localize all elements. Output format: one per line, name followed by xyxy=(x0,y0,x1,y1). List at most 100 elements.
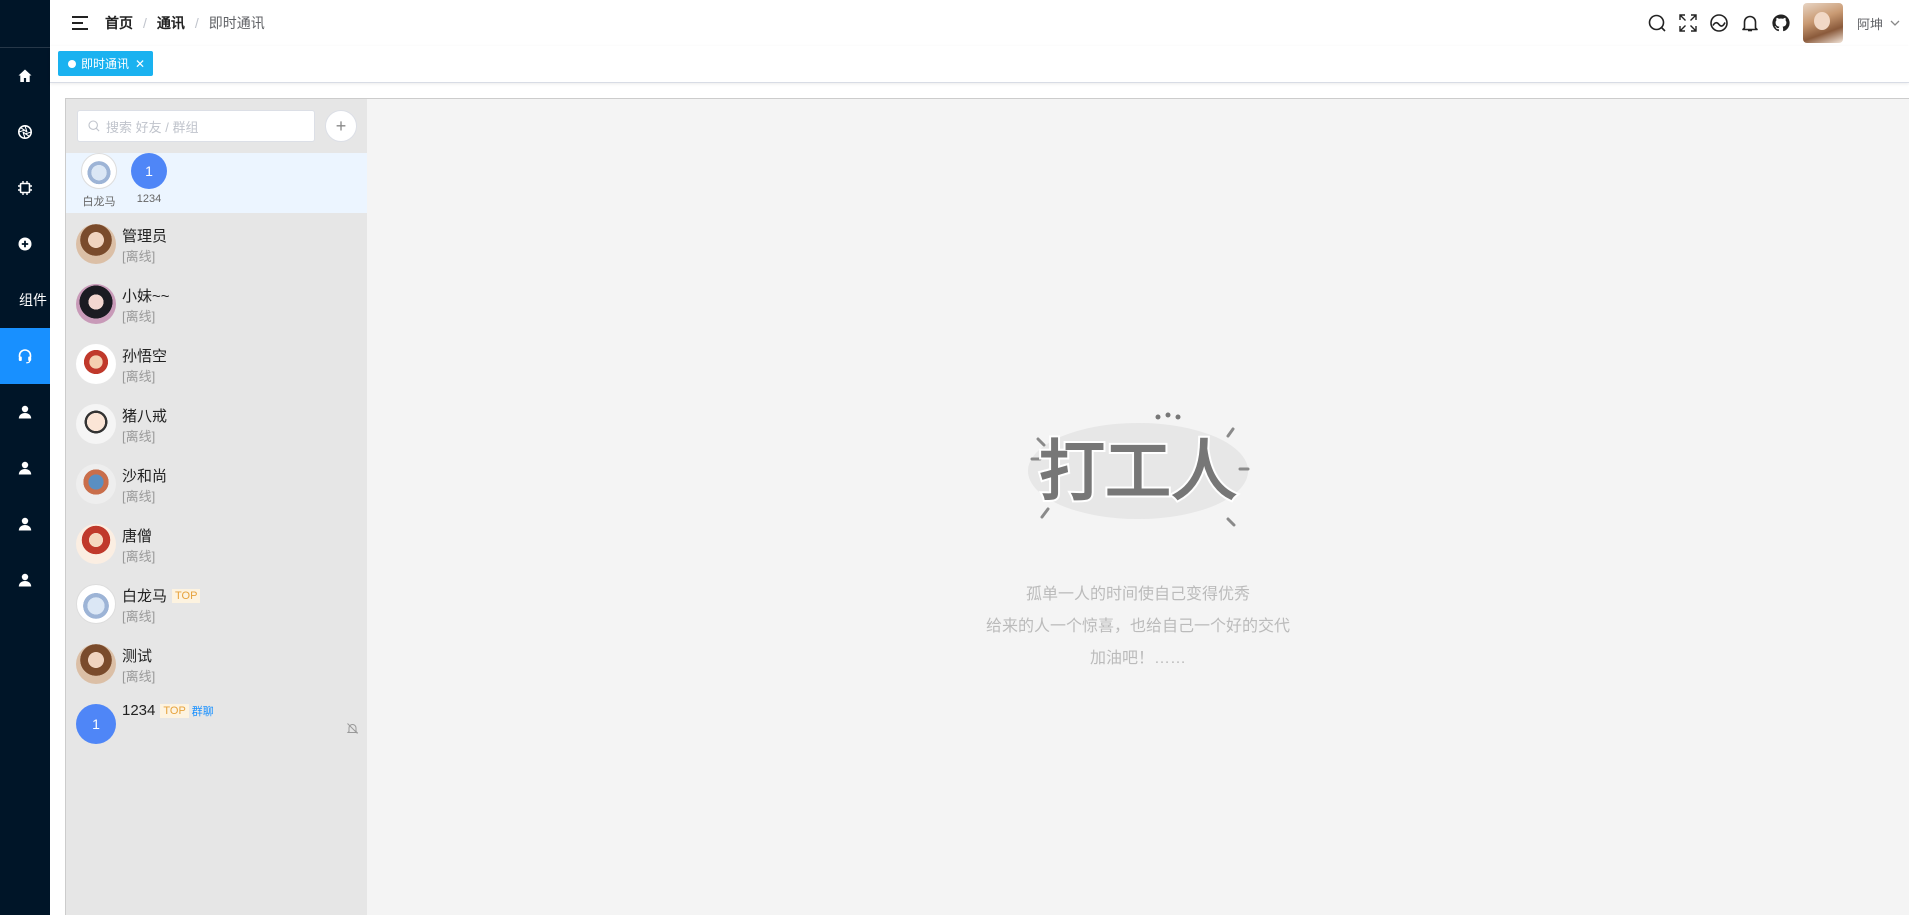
group-badge: 群聊 xyxy=(191,705,214,718)
avatar[interactable] xyxy=(1802,3,1843,43)
sidebar-item-user-3[interactable] xyxy=(0,496,50,552)
avatar xyxy=(76,344,116,384)
sidebar-item-chip[interactable] xyxy=(0,160,50,216)
plus-circle-icon xyxy=(18,237,32,251)
list-item[interactable]: 唐僧 [离线] xyxy=(66,516,367,576)
search-icon[interactable] xyxy=(1646,12,1668,34)
close-icon[interactable]: ✕ xyxy=(135,57,145,71)
tags-view: 即时通讯 ✕ xyxy=(50,46,1909,83)
contact-name: 猪八戒 xyxy=(122,405,167,426)
avatar xyxy=(76,284,116,324)
theme-icon[interactable] xyxy=(1708,12,1730,34)
contact-name: 测试 xyxy=(122,645,152,666)
github-icon[interactable] xyxy=(1770,12,1792,34)
bell-icon[interactable] xyxy=(1739,12,1761,34)
avatar xyxy=(76,224,116,264)
sidebar-item-components[interactable]: 组件 xyxy=(0,272,50,328)
search-placeholder: 搜索 好友 / 群组 xyxy=(106,119,199,135)
top-badge: TOP xyxy=(160,703,189,718)
bell-off-icon xyxy=(346,723,359,734)
pinned-label: 白龙马 xyxy=(82,196,116,208)
list-item[interactable]: 1 1234 TOP 群聊 xyxy=(66,696,367,756)
breadcrumb-separator: / xyxy=(194,15,199,31)
chat-panel: 搜索 好友 / 群组 + 白龙马 1 1234 管理员 [离线] 小妹~~ [离… xyxy=(65,98,1909,915)
avatar xyxy=(76,584,116,624)
active-dot-icon xyxy=(68,59,76,68)
breadcrumb-separator: / xyxy=(143,15,147,31)
top-header: 首页 / 通讯 / 即时通讯 阿坤 xyxy=(50,0,1909,46)
contact-name-text: 白龙马 xyxy=(122,588,168,605)
contact-name-text: 唐僧 xyxy=(122,528,153,545)
contact-name-text: 1234 xyxy=(122,702,156,719)
contact-name: 白龙马 TOP xyxy=(122,585,201,606)
sidebar-item-user-2[interactable] xyxy=(0,440,50,496)
contact-name: 沙和尚 xyxy=(122,465,167,486)
contact-name: 1234 TOP 群聊 xyxy=(122,702,214,719)
sidebar-item-user-1[interactable] xyxy=(0,384,50,440)
chip-icon xyxy=(18,181,32,195)
breadcrumb-item-comm[interactable]: 通讯 xyxy=(157,13,185,33)
contact-name-text: 管理员 xyxy=(122,228,168,245)
pinned-bar: 白龙马 1 1234 xyxy=(66,153,367,213)
pinned-label: 1234 xyxy=(136,193,162,205)
sidebar: 组件 xyxy=(0,0,50,915)
avatar xyxy=(81,153,117,189)
list-item[interactable]: 测试 [离线] xyxy=(66,636,367,696)
worker-logo-text: 打工人 xyxy=(1039,434,1237,508)
search-input[interactable]: 搜索 好友 / 群组 xyxy=(77,110,315,142)
breadcrumb: 首页 / 通讯 / 即时通讯 xyxy=(105,13,265,33)
contact-name-text: 测试 xyxy=(122,648,153,665)
list-item[interactable]: 沙和尚 [离线] xyxy=(66,456,367,516)
list-item[interactable]: 白龙马 TOP [离线] xyxy=(66,576,367,636)
breadcrumb-item-current: 即时通讯 xyxy=(208,15,265,31)
sidebar-item-home[interactable] xyxy=(0,48,50,104)
list-item[interactable]: 管理员 [离线] xyxy=(66,216,367,276)
sidebar-item-plus[interactable] xyxy=(0,216,50,272)
list-item[interactable]: 孙悟空 [离线] xyxy=(66,336,367,396)
sidebar-item-chat[interactable] xyxy=(0,328,50,384)
chevron-down-icon[interactable] xyxy=(1889,17,1901,29)
list-item[interactable]: 猪八戒 [离线] xyxy=(66,396,367,456)
avatar xyxy=(76,644,116,684)
top-badge: TOP xyxy=(172,588,201,603)
fullscreen-icon[interactable] xyxy=(1677,12,1699,34)
worker-logo: 打工人 xyxy=(1028,412,1250,527)
motto-line: 给来的人一个惊喜，也给自己一个好的交代 xyxy=(985,618,1290,635)
contact-status: [离线] xyxy=(122,309,156,324)
contact-status: [离线] xyxy=(122,429,156,444)
motto-line: 孤单一人的时间使自己变得优秀 xyxy=(1025,586,1250,603)
search-icon xyxy=(88,120,100,132)
contact-status: [离线] xyxy=(122,249,156,264)
sidebar-item-label: 组件 xyxy=(19,292,47,308)
sidebar-logo-area xyxy=(0,0,50,48)
sidebar-item-user-4[interactable] xyxy=(0,552,50,608)
breadcrumb-item-home[interactable]: 首页 xyxy=(105,13,133,33)
motto: 孤单一人的时间使自己变得优秀 给来的人一个惊喜，也给自己一个好的交代 加油吧！…… xyxy=(367,579,1909,675)
contact-name: 小妹~~ xyxy=(122,285,170,306)
tab-active[interactable]: 即时通讯 ✕ xyxy=(58,51,154,76)
sidebar-item-aperture[interactable] xyxy=(0,104,50,160)
contact-status: [离线] xyxy=(122,369,156,384)
contact-name: 管理员 xyxy=(122,225,167,246)
hamburger-icon[interactable] xyxy=(72,16,88,30)
add-button[interactable]: + xyxy=(325,110,357,142)
list-item[interactable]: 小妹~~ [离线] xyxy=(66,276,367,336)
home-icon xyxy=(18,69,32,82)
contact-status: [离线] xyxy=(122,609,156,624)
contact-status: [离线] xyxy=(122,489,156,504)
headset-icon xyxy=(18,349,32,364)
avatar xyxy=(76,464,116,504)
conversation-list: 搜索 好友 / 群组 + 白龙马 1 1234 管理员 [离线] 小妹~~ [离… xyxy=(66,99,367,915)
username[interactable]: 阿坤 xyxy=(1857,14,1883,33)
contact-status: [离线] xyxy=(122,669,156,684)
contact-name-text: 猪八戒 xyxy=(122,408,168,425)
sidebar-nav: 组件 xyxy=(0,48,50,608)
avatar xyxy=(76,524,116,564)
pinned-item[interactable]: 白龙马 xyxy=(74,153,124,213)
user-icon xyxy=(18,517,32,531)
pinned-item[interactable]: 1 1234 xyxy=(124,153,174,213)
aperture-icon xyxy=(18,125,32,139)
user-icon xyxy=(18,461,32,475)
contact-status: [离线] xyxy=(122,549,156,564)
contact-name-text: 沙和尚 xyxy=(122,468,168,485)
